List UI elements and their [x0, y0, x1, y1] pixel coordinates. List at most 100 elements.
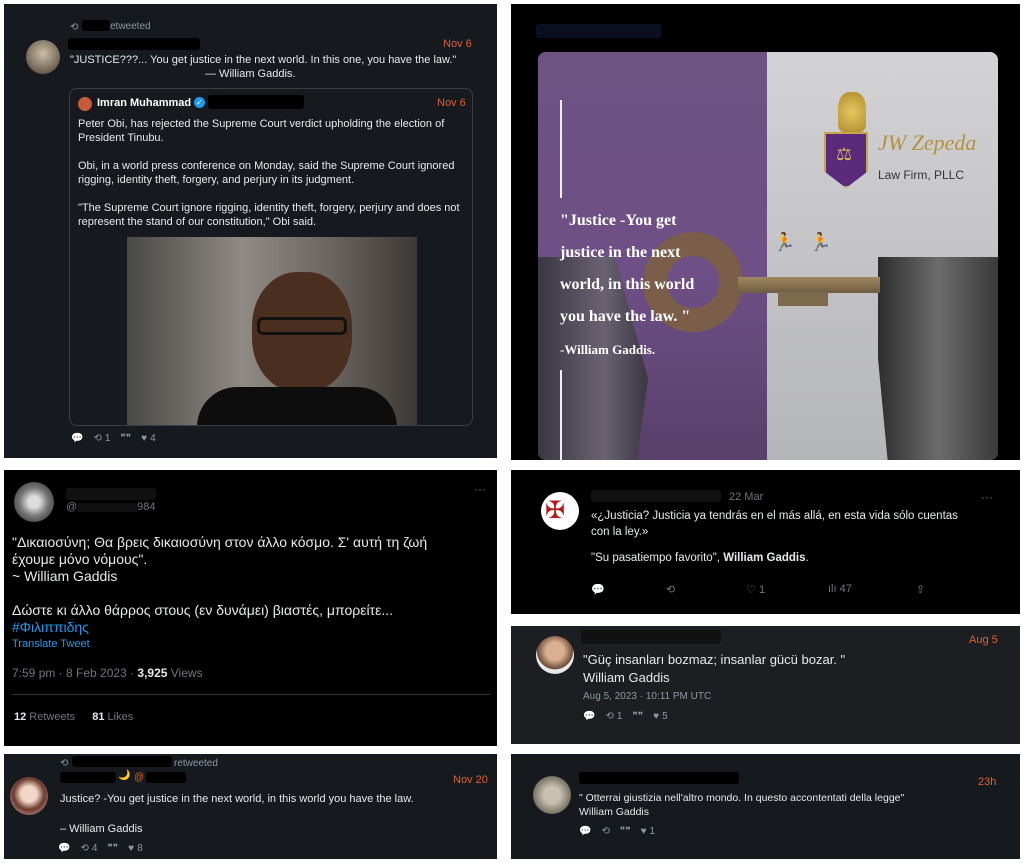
law-firm-post-panel: 🏃🏃 "Justice -You get justice in the next… — [511, 4, 1020, 460]
quote-icon[interactable]: ❞❞ — [120, 433, 131, 444]
tweet-actions: 💬 ⟲ 1 ❞❞ ♥ 5 — [583, 711, 668, 722]
divider-line-bottom — [560, 370, 562, 460]
tweet-actions: 💬 ⟲ 4 ❞❞ ♥ 8 — [58, 843, 143, 854]
like-button[interactable]: ♥ 8 — [128, 843, 143, 854]
quoted-date: Nov 6 — [437, 97, 466, 109]
line3-bold: William Gaddis — [723, 552, 806, 564]
reply-icon[interactable]: 💬 — [591, 583, 605, 596]
engagement-stats: 12 Retweets 81 Likes — [14, 711, 133, 723]
hashtag-link[interactable]: #Φιλιππιδης — [12, 619, 89, 635]
avatar[interactable] — [536, 636, 574, 674]
retweet-icon: ⟲ — [70, 22, 79, 33]
tweet-line-3: ~ William Gaddis — [12, 568, 118, 584]
quote-author: -William Gaddis. — [560, 342, 656, 357]
tweet-line-2: έχουμε μόνο νόμους". — [12, 551, 148, 567]
like-count: 8 — [137, 843, 143, 854]
tweet-line-1: Justice? -You get justice in the next wo… — [60, 793, 414, 805]
more-icon[interactable]: ··· — [981, 490, 993, 504]
retweet-icon: ⟲ — [93, 433, 102, 444]
tweet-line-1: "Δικαιοσύνη; Θα βρεις δικαιοσύνη στον άλ… — [12, 534, 428, 550]
retweet-icon[interactable]: ⟲ — [666, 583, 675, 596]
retweets-count: 12 — [14, 711, 27, 723]
reply-icon[interactable]: 💬 — [579, 826, 591, 837]
views-count: 3,925 — [137, 666, 168, 680]
avatar[interactable] — [26, 40, 60, 74]
cross-icon: ✠ — [545, 497, 566, 524]
tweet-line-2: con la ley.» — [591, 526, 649, 538]
retweets-stat[interactable]: 12 Retweets — [14, 711, 75, 723]
quote-text: "Justice -You get justice in the next wo… — [560, 205, 694, 333]
views-button[interactable]: ılı 47 — [828, 583, 852, 595]
retweet-icon: ⟲ — [60, 758, 69, 769]
avatar — [78, 97, 92, 111]
retweets-label: Retweets — [26, 711, 76, 723]
nov20-tweet-panel: ⟲ retweeted 🌙 @ Nov 20 Justice? -You get… — [4, 754, 497, 859]
tweet-quote-author: — William Gaddis. — [205, 68, 296, 80]
like-button[interactable]: ♥ 5 — [653, 711, 668, 722]
reply-icon[interactable]: 💬 — [71, 433, 83, 444]
like-button[interactable]: ♥ 4 — [141, 433, 156, 444]
more-icon[interactable]: ··· — [474, 482, 486, 496]
turkish-tweet-panel: Aug 5 "Güç insanları bozmaz; insanlar gü… — [511, 626, 1020, 744]
user-handle[interactable]: @ — [134, 772, 144, 783]
avatar[interactable]: ✠ — [541, 492, 579, 530]
avatar[interactable] — [533, 776, 571, 814]
running-figures: 🏃🏃 — [773, 232, 846, 252]
tweet-panel-nigeria: ⟲ etweeted Nov 6 "JUSTICE???... You get … — [4, 4, 497, 458]
retweet-button[interactable]: ⟲ 1 — [605, 711, 622, 722]
quote-line-1: "Justice -You get — [560, 212, 677, 229]
tweet-line-3: "Su pasatiempo favorito", William Gaddis… — [591, 550, 1011, 566]
retweet-label: etweeted — [110, 21, 151, 32]
tweet-line-2: William Gaddis — [579, 806, 650, 818]
author-name[interactable]: Imran Muhammad — [97, 97, 191, 109]
user-handle[interactable]: @984 — [66, 501, 156, 513]
redacted-username — [68, 38, 200, 50]
likes-count: 81 — [92, 711, 105, 723]
likes-stat[interactable]: 81 Likes — [92, 711, 133, 723]
like-button[interactable]: ♥ 1 — [641, 826, 656, 837]
quoted-paragraph-3: "The Supreme Court ignore rigging, ident… — [78, 202, 460, 228]
reply-icon[interactable]: 💬 — [583, 711, 595, 722]
like-count: 1 — [758, 584, 766, 596]
quote-icon[interactable]: ❞❞ — [107, 843, 118, 854]
quoted-paragraph-1: Peter Obi, has rejected the Supreme Cour… — [78, 118, 445, 144]
quote-icon[interactable]: ❞❞ — [632, 711, 643, 722]
quote-line-3: world, in this world — [560, 276, 695, 293]
avatar[interactable] — [14, 482, 54, 522]
retweet-icon[interactable]: ⟲ — [601, 826, 609, 837]
reply-icon[interactable]: 💬 — [58, 843, 70, 854]
firm-name: Law Firm, PLLC — [878, 168, 965, 182]
retweet-button[interactable]: ⟲ 1 — [93, 433, 110, 444]
tweet-line-2: – William Gaddis — [60, 823, 143, 835]
tweet-quote: "JUSTICE???... You get justice in the ne… — [70, 54, 457, 66]
key-teeth — [778, 292, 828, 306]
tweet-line-1: «¿Justicia? Justicia ya tendrás en el má… — [591, 510, 958, 522]
spanish-tweet-panel: ✠ 22 Mar ··· «¿Justicia? Justicia ya ten… — [511, 470, 1020, 614]
quote-icon[interactable]: ❞❞ — [620, 826, 631, 837]
quoted-tweet[interactable]: Imran Muhammad ✓ Nov 6 Peter Obi, has re… — [69, 88, 473, 426]
tweet-line-4: Δώστε κι άλλο θάρρος στους (εν δυνάμει) … — [12, 602, 393, 618]
tweet-date: Aug 5 — [969, 634, 998, 646]
share-icon[interactable]: ⇪ — [916, 583, 925, 596]
law-firm-graphic[interactable]: 🏃🏃 "Justice -You get justice in the next… — [538, 52, 998, 460]
views-label: Views — [167, 666, 203, 680]
analytics-icon: ılı — [828, 583, 837, 595]
tweet-actions: 💬 ⟲ 1 ❞❞ ♥ 4 — [71, 433, 156, 444]
like-button[interactable]: ♡ 1 — [746, 583, 765, 596]
avatar[interactable] — [10, 777, 48, 815]
retweet-count: 1 — [616, 711, 623, 722]
heart-icon: ♥ — [640, 826, 647, 837]
news-photo[interactable] — [127, 237, 417, 425]
divider-1 — [12, 694, 490, 695]
like-count: 5 — [662, 711, 668, 722]
tweet-date: Nov 20 — [453, 774, 488, 786]
translate-link[interactable]: Translate Tweet — [12, 638, 90, 650]
right-cliff — [878, 257, 998, 460]
tweet-date: 23h — [978, 776, 997, 788]
handle-prefix: @ — [66, 501, 78, 513]
quoted-paragraph-2: Obi, in a world press conference on Mond… — [78, 160, 455, 186]
tweet-line-1: "Güç insanları bozmaz; insanlar gücü boz… — [583, 652, 846, 667]
retweet-button[interactable]: ⟲ 4 — [80, 843, 97, 854]
timestamp: Aug 5, 2023 · 10:11 PM UTC — [583, 691, 712, 702]
like-count: 1 — [649, 826, 656, 837]
